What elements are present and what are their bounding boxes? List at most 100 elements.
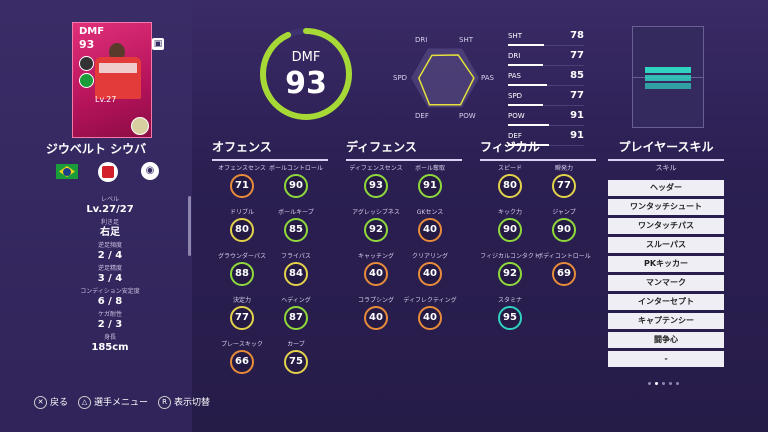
info-label: 逆足精度: [97, 265, 122, 272]
attribute-label: 瞬発力: [554, 165, 573, 172]
info-value: Lv.27/27: [86, 204, 134, 215]
attribute-label: スピード: [497, 165, 522, 172]
page-dot: [676, 382, 679, 385]
overall-position: DMF: [291, 50, 321, 65]
stat-value: 85: [570, 70, 584, 81]
attribute-label: カーブ: [287, 341, 305, 348]
physical-heading-text: フィジカル: [480, 140, 540, 154]
player-card[interactable]: DMF 93 Lv.27: [72, 22, 152, 138]
footer-controls: ✕ 戻る △ 選手メニュー R 表示切替: [34, 395, 210, 409]
stat-label: SHT: [508, 31, 522, 40]
radar-axis-label: POW: [459, 112, 476, 121]
stat-label: PAS: [508, 71, 522, 80]
stat-label: POW: [508, 111, 525, 120]
offense-attribute: プレースキック 66: [212, 339, 272, 374]
position-zone-secondary: [645, 75, 691, 81]
skill-item[interactable]: ワンタッチパス: [608, 218, 724, 234]
radar-graphic: [411, 48, 479, 108]
attribute-value: 85: [284, 218, 308, 242]
attribute-label: クリアリング: [411, 253, 448, 260]
card-level: Lv.27: [95, 95, 117, 104]
attribute-value: 80: [498, 174, 522, 198]
attribute-value: 77: [552, 174, 576, 198]
attribute-value: 40: [364, 262, 388, 286]
page-dot-active: [655, 382, 658, 385]
info-value: 2 / 4: [97, 250, 123, 261]
page-dot: [648, 382, 651, 385]
attribute-label: GKセンス: [416, 209, 444, 216]
cross-button-icon: ✕: [34, 396, 47, 409]
skill-item[interactable]: PKキッカー: [608, 256, 724, 272]
overall-rating-ring: DMF 93: [258, 26, 354, 122]
skills-list: ヘッダーワンタッチシュート ワンタッチパス スルーパス PKキッカー マンマークインター…: [608, 180, 724, 370]
defense-attribute: ボール奪取 91: [400, 163, 460, 198]
attribute-value: 93: [364, 174, 388, 198]
toggle-view-label: 表示切替: [174, 398, 211, 408]
position-zone-main: [645, 67, 691, 73]
offense-attribute: カーブ 75: [266, 339, 326, 374]
attribute-label: オフェンスセンス: [218, 165, 266, 172]
info-value: 3 / 4: [97, 273, 123, 284]
stat-label: SPD: [508, 91, 523, 100]
page-dot: [669, 382, 672, 385]
attribute-value: 84: [284, 262, 308, 286]
attribute-label: キック力: [497, 209, 522, 216]
skill-item[interactable]: -: [608, 351, 724, 367]
offense-attribute: グラウンダーパス 88: [212, 251, 272, 286]
defense-attribute: クリアリング 40: [400, 251, 460, 286]
skills-heading-text: プレイヤースキル: [618, 140, 714, 154]
attribute-value: 40: [418, 306, 442, 330]
info-label: レベル: [100, 196, 119, 203]
skill-item[interactable]: 闘争心: [608, 332, 724, 348]
attribute-label: ディフェンスセンス: [349, 165, 403, 172]
ability-radar: SHT PAS POW DEF SPD DRI: [393, 26, 495, 126]
radar-axis-label: SHT: [459, 35, 473, 44]
defense-attribute: コラプシング 40: [346, 295, 406, 330]
attribute-value: 92: [364, 218, 388, 242]
skill-item[interactable]: キャプテンシー: [608, 313, 724, 329]
attribute-value: 66: [230, 350, 254, 374]
attribute-value: 71: [230, 174, 254, 198]
radar-axis-label: SPD: [393, 74, 408, 82]
defense-attribute: キャッチング 40: [346, 251, 406, 286]
attribute-value: 95: [498, 306, 522, 330]
shirt-detail: [99, 63, 137, 73]
skill-item[interactable]: ワンタッチシュート: [608, 199, 724, 215]
back-button[interactable]: ✕ 戻る: [34, 395, 68, 409]
attribute-value: 90: [498, 218, 522, 242]
offense-attribute: オフェンスセンス 71: [212, 163, 272, 198]
info-value: 2 / 3: [97, 319, 123, 330]
stat-row: SPD 77: [508, 86, 584, 106]
defense-attribute: GKセンス 40: [400, 207, 460, 242]
stat-row: SHT 78: [508, 26, 584, 46]
radar-axis-label: DRI: [415, 35, 428, 44]
club-crest-icon: [98, 162, 118, 182]
scrollbar[interactable]: [188, 196, 191, 256]
offense-attribute: ドリブル 80: [212, 207, 272, 242]
attribute-label: ディフレクティング: [403, 297, 457, 304]
skill-item[interactable]: スルーパス: [608, 237, 724, 253]
attribute-value: 80: [230, 218, 254, 242]
position-zone-third: [645, 83, 691, 89]
player-menu-label: 選手メニュー: [94, 398, 149, 408]
triangle-button-icon: △: [78, 396, 92, 409]
attribute-value: 40: [418, 262, 442, 286]
toggle-view-button[interactable]: R 表示切替: [158, 395, 210, 409]
skill-item[interactable]: インターセプト: [608, 294, 724, 310]
offense-attribute: ヘディング 87: [266, 295, 326, 330]
radar-axis-label: PAS: [481, 74, 495, 82]
attribute-label: ボディコントロール: [537, 253, 591, 260]
offense-attribute: フライパス 84: [266, 251, 326, 286]
lock-icon[interactable]: ▣: [152, 38, 164, 50]
attribute-label: ボール奪取: [414, 165, 445, 172]
attribute-value: 40: [364, 306, 388, 330]
skill-item[interactable]: ヘッダー: [608, 180, 724, 196]
player-menu-button[interactable]: △ 選手メニュー: [78, 395, 148, 409]
skill-item[interactable]: マンマーク: [608, 275, 724, 291]
physical-attribute: キック力 90: [480, 207, 540, 242]
attribute-value: 77: [230, 306, 254, 330]
attribute-value: 90: [552, 218, 576, 242]
attribute-label: ボールコントロール: [269, 165, 323, 172]
attribute-label: ヘディング: [281, 297, 311, 304]
stat-row: DRI 77: [508, 46, 584, 66]
